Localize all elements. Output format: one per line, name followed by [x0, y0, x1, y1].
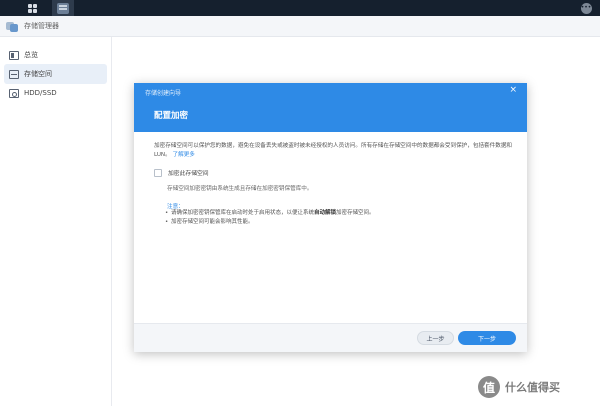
learn-more-link[interactable]: 了解更多: [173, 152, 195, 158]
dialog-header: 存储创建向导 × 配置加密: [134, 83, 527, 132]
key-vault-description: 存储空间加密密钥由系统生成且存储在加密密钥保管库中。: [167, 186, 313, 192]
grid-icon: [27, 3, 37, 13]
previous-button[interactable]: 上一步: [417, 331, 454, 345]
storage-creation-wizard-dialog: 存储创建向导 × 配置加密 加密存储空间可以保护您的数据，避免在设备丢失或被盗时…: [134, 83, 527, 352]
notification-button[interactable]: •••: [578, 0, 594, 16]
main-menu-button[interactable]: [23, 0, 41, 16]
encrypt-checkbox-row[interactable]: 加密此存储空间: [154, 168, 209, 177]
list-item: • 加密存储空间可能会影响其性能。: [165, 219, 254, 225]
encrypt-checkbox-label[interactable]: 加密此存储空间: [168, 168, 209, 177]
dialog-window-title: 存储创建向导: [145, 90, 182, 97]
encryption-description: 加密存储空间可以保护您的数据，避免在设备丢失或被盗时被未经授权的人员访问。所有存…: [154, 142, 514, 160]
note-list: • 请确保加密密钥保管库在启动时处于启用状态，以便让系统自动解锁加密存储空间。 …: [165, 209, 510, 227]
encrypt-checkbox[interactable]: [154, 168, 162, 177]
taskbar-app-storage-manager[interactable]: [52, 0, 74, 16]
close-icon[interactable]: ×: [509, 86, 517, 95]
list-item: • 请确保加密密钥保管库在启动时处于启用状态，以便让系统自动解锁加密存储空间。: [165, 210, 375, 216]
auto-unlock-emphasis: 自动解锁: [314, 210, 337, 216]
watermark-logo-icon: 值: [478, 376, 500, 398]
storage-manager-icon: [57, 2, 69, 14]
watermark: 值 什么值得买: [478, 376, 560, 398]
description-text: 加密存储空间可以保护您的数据，避免在设备丢失或被盗时被未经授权的人员访问。所有存…: [154, 143, 513, 158]
taskbar: •••: [0, 0, 600, 16]
watermark-text: 什么值得买: [505, 381, 560, 394]
chat-icon: •••: [580, 2, 592, 14]
dialog-heading: 配置加密: [154, 111, 189, 121]
next-button[interactable]: 下一步: [458, 331, 516, 345]
